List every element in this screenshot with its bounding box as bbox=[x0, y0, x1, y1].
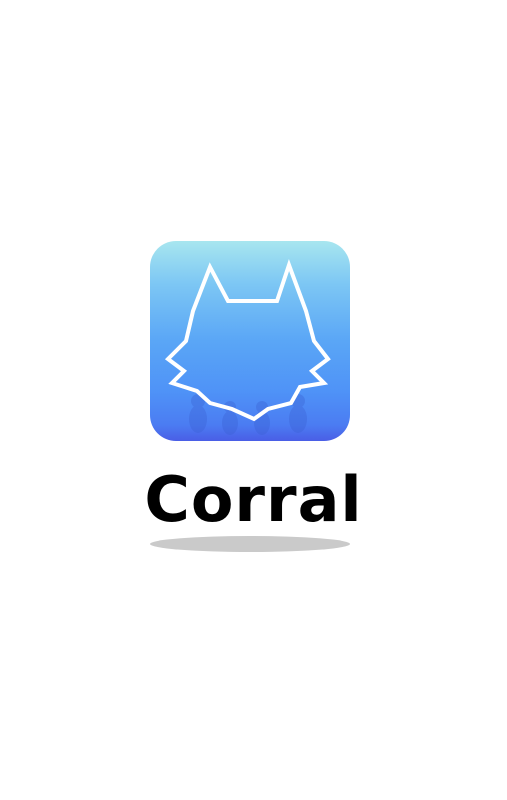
wolf-head-icon bbox=[164, 258, 331, 435]
app-icon bbox=[150, 241, 350, 441]
app-name-shadow bbox=[150, 536, 350, 552]
app-name: Corral bbox=[144, 463, 363, 536]
splash-screen: Corral bbox=[0, 0, 507, 800]
wolf-head-outline bbox=[164, 258, 331, 422]
